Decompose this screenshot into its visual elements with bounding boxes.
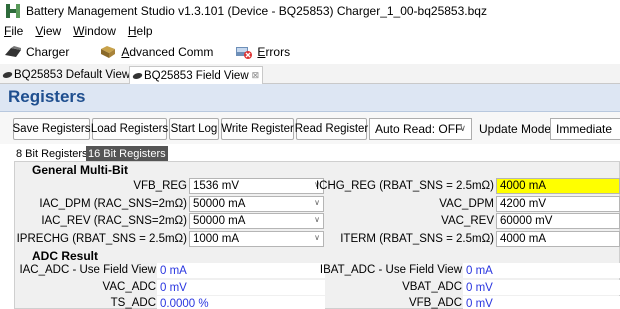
start-log-button[interactable]: Start Log <box>169 118 219 140</box>
page-title: Registers <box>8 87 86 106</box>
register-button-row: Save Registers Load Registers Start Log … <box>0 112 620 144</box>
ibat-adc-value: 0 mA <box>463 263 620 278</box>
iac-rev-label: IAC_REV (RAC_SNS=2mΩ) <box>41 215 187 227</box>
update-mode-select[interactable]: Immediate ∨ <box>550 118 620 140</box>
view-icon <box>131 72 144 79</box>
errors-icon <box>235 45 253 59</box>
close-tab-icon[interactable]: ⊠ <box>252 70 260 81</box>
iac-dpm-select[interactable]: 50000 mA ∨ <box>189 196 324 212</box>
view-tab-bar: BQ25853 Default View BQ25853 Field View … <box>0 64 620 84</box>
toolbar: Charger Advanced Comm Errors <box>0 40 620 64</box>
iac-adc-value: 0 mA <box>157 263 325 278</box>
auto-read-select[interactable]: Auto Read: OFF ∨ <box>369 118 472 140</box>
menu-help[interactable]: Help <box>128 24 153 38</box>
puzzle-icon <box>99 45 117 59</box>
iac-rev-select[interactable]: 50000 mA ∨ <box>189 213 324 229</box>
menu-file[interactable]: File <box>4 24 23 38</box>
ts-adc-label: TS_ADC <box>110 297 156 309</box>
vac-adc-value: 0 mV <box>157 280 325 295</box>
app-logo-icon <box>6 4 20 18</box>
tab-16-bit-registers[interactable]: 16 Bit Registers <box>86 146 168 161</box>
ichg-reg-field[interactable]: 4000 mA <box>496 178 620 194</box>
read-register-button[interactable]: Read Register <box>295 118 368 140</box>
iac-adc-label: IAC_ADC - Use Field View <box>19 264 156 276</box>
ts-adc-value: 0.0000 % <box>157 296 325 309</box>
menu-window[interactable]: Window <box>73 24 116 38</box>
menu-view[interactable]: View <box>35 24 61 38</box>
iprechg-select[interactable]: 1000 mA ∨ <box>189 231 324 247</box>
vac-rev-field[interactable]: 60000 mV <box>496 213 620 229</box>
vbat-adc-value: 0 mV <box>463 280 620 295</box>
chevron-down-icon: ∨ <box>314 233 320 242</box>
ibat-adc-label: IBAT_ADC - Use Field View <box>319 264 462 276</box>
window-title: Battery Management Studio v1.3.101 (Devi… <box>26 4 487 18</box>
iac-dpm-label: IAC_DPM (RAC_SNS=2mΩ) <box>39 198 187 210</box>
save-registers-button[interactable]: Save Registers <box>13 118 91 140</box>
general-multibit-title: General Multi-Bit <box>32 163 129 177</box>
iprechg-label: IPRECHG (RBAT_SNS = 2.5mΩ) <box>16 233 187 245</box>
title-bar: Battery Management Studio v1.3.101 (Devi… <box>0 0 620 22</box>
vfb-reg-select[interactable]: 1536 mV ∨ <box>189 178 324 194</box>
vac-adc-label: VAC_ADC <box>102 281 156 293</box>
vbat-adc-label: VBAT_ADC <box>402 281 462 293</box>
bit-tabs: 8 Bit Registers 16 Bit Registers <box>0 146 620 161</box>
registers-header: Registers <box>0 84 620 112</box>
vfb-reg-label: VFB_REG <box>133 180 187 192</box>
update-mode-label: Update Mode <box>479 122 552 136</box>
load-registers-button[interactable]: Load Registers <box>91 118 168 140</box>
menu-bar: File View Window Help <box>0 22 620 40</box>
iterm-field[interactable]: 4000 mA <box>496 231 620 247</box>
iterm-label: ITERM (RBAT_SNS = 2.5mΩ) <box>340 233 494 245</box>
charger-button[interactable]: Charger <box>4 45 69 59</box>
ichg-reg-label: ICHG_REG (RBAT_SNS = 2.5mΩ) <box>315 180 494 192</box>
vac-rev-label: VAC_REV <box>441 215 494 227</box>
adc-result-title: ADC Result <box>32 249 99 263</box>
vfb-adc-value: 0 mV <box>463 296 620 309</box>
errors-button[interactable]: Errors <box>235 45 290 59</box>
vac-dpm-label: VAC_DPM <box>439 198 494 210</box>
tab-default-view[interactable]: BQ25853 Default View <box>0 66 133 84</box>
view-icon <box>1 72 14 78</box>
chevron-down-icon: ∨ <box>314 215 320 224</box>
charger-icon <box>4 45 22 59</box>
chevron-down-icon: ∨ <box>314 198 320 207</box>
vfb-adc-label: VFB_ADC <box>408 297 462 309</box>
tab-field-view[interactable]: BQ25853 Field View ⊠ <box>129 66 264 84</box>
chevron-down-icon: ∨ <box>459 123 466 133</box>
advanced-comm-button[interactable]: Advanced Comm <box>99 45 213 59</box>
write-register-button[interactable]: Write Register <box>221 118 294 140</box>
tab-8-bit-registers[interactable]: 8 Bit Registers <box>14 146 90 161</box>
vac-dpm-field[interactable]: 4200 mV <box>496 196 620 212</box>
